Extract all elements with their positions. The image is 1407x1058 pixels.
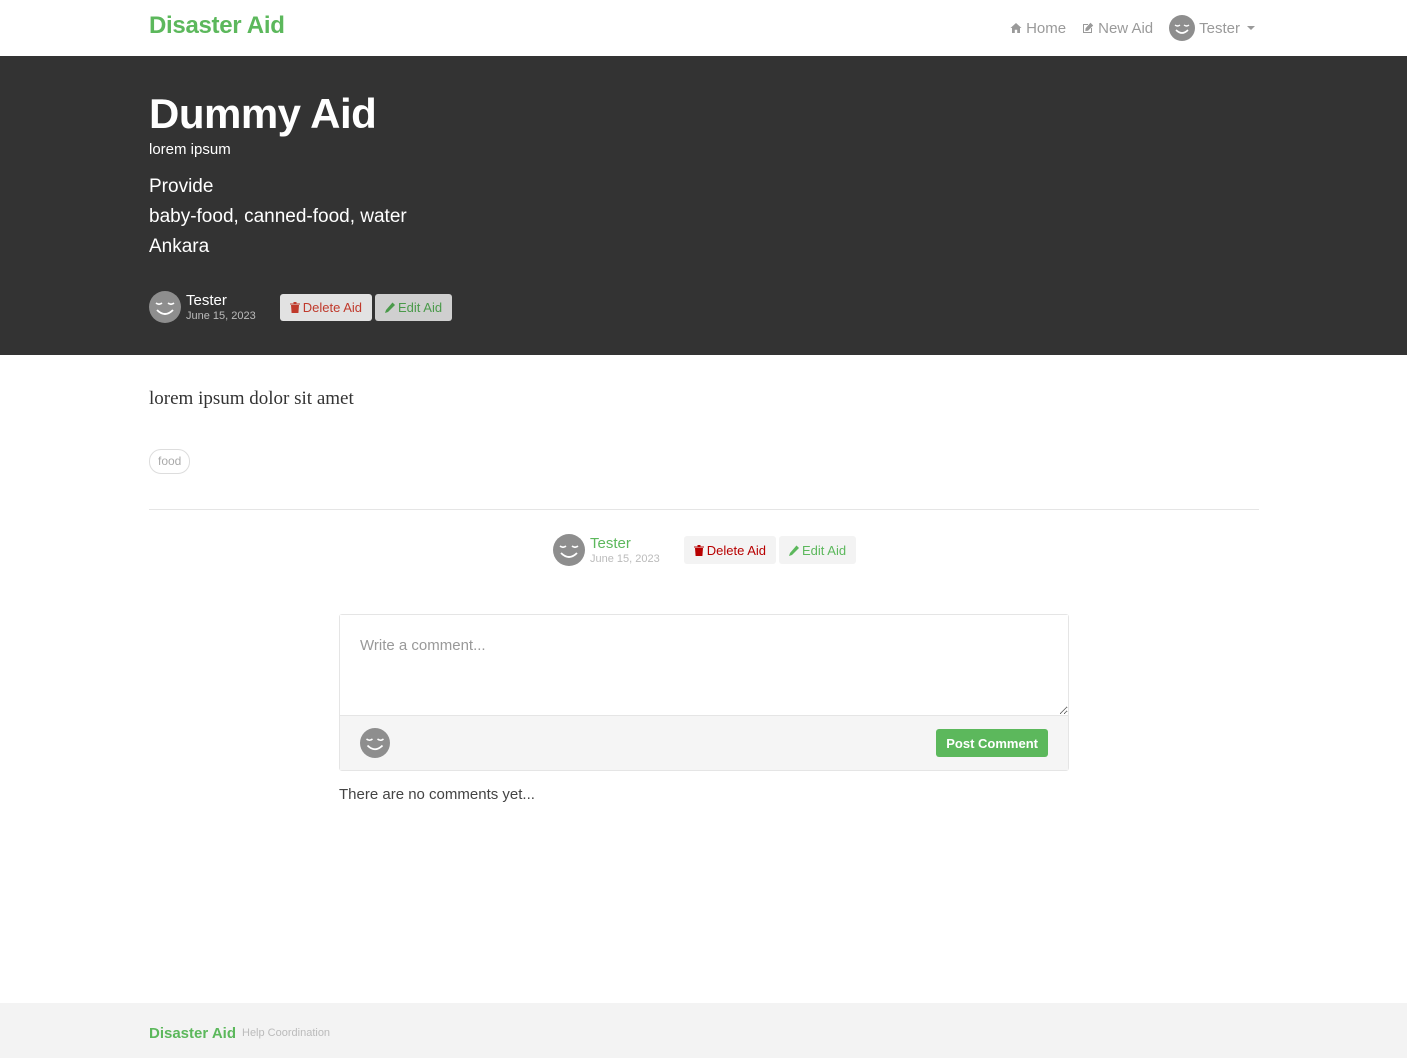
nav-home-label: Home — [1026, 19, 1067, 37]
aid-type: Provide — [149, 176, 214, 197]
author-info: Tester June 15, 2023 — [590, 536, 660, 565]
post-date: June 15, 2023 — [590, 552, 660, 565]
user-avatar-icon — [1169, 15, 1196, 41]
no-comments-text: There are no comments yet... — [339, 786, 535, 803]
nav-new-aid-link[interactable]: New Aid — [1082, 20, 1153, 37]
comment-form: Post Comment — [339, 614, 1069, 771]
aid-meta-banner: Tester June 15, 2023 Delete Aid Edit Aid — [149, 291, 453, 323]
edit-square-icon — [1083, 22, 1094, 33]
aid-banner: Dummy Aid lorem ipsum Provide baby-food,… — [0, 56, 1407, 355]
nav-links: Home New Aid Tester — [1010, 14, 1255, 42]
aid-meta-footer: Tester June 15, 2023 Delete Aid Edit Aid — [553, 534, 857, 566]
comment-textarea[interactable] — [340, 615, 1068, 716]
home-icon — [1010, 23, 1022, 33]
author-avatar-icon[interactable] — [149, 291, 181, 323]
edit-aid-label: Edit Aid — [398, 299, 443, 315]
pencil-icon — [385, 302, 395, 313]
comment-form-footer: Post Comment — [340, 716, 1068, 770]
caret-down-icon — [1247, 26, 1255, 30]
author-avatar-icon[interactable] — [553, 534, 585, 566]
nav-user-dropdown[interactable]: Tester — [1169, 15, 1255, 41]
author-name[interactable]: Tester — [590, 536, 660, 551]
post-comment-button[interactable]: Post Comment — [936, 729, 1048, 757]
aid-items: baby-food, canned-food, water — [149, 206, 407, 227]
aid-body: lorem ipsum dolor sit amet — [149, 388, 354, 409]
aid-location: Ankara — [149, 236, 210, 257]
delete-aid-button[interactable]: Delete Aid — [279, 293, 372, 321]
delete-aid-label: Delete Aid — [302, 299, 362, 315]
navbar: Disaster Aid Home New Aid Tester — [0, 0, 1407, 56]
trash-icon — [289, 301, 300, 313]
aid-title: Dummy Aid — [149, 90, 377, 137]
nav-home-link[interactable]: Home — [1010, 20, 1066, 37]
commenter-avatar-icon — [360, 728, 390, 758]
nav-new-aid-label: New Aid — [1098, 19, 1154, 37]
page-footer: Disaster Aid Help Coordination — [0, 1003, 1407, 1058]
brand-logo[interactable]: Disaster Aid — [149, 12, 285, 40]
edit-aid-button[interactable]: Edit Aid — [375, 293, 453, 321]
nav-user-label: Tester — [1199, 19, 1240, 37]
trash-icon — [693, 544, 704, 556]
author-info: Tester June 15, 2023 — [186, 293, 256, 322]
edit-aid-button[interactable]: Edit Aid — [779, 536, 857, 564]
delete-aid-button[interactable]: Delete Aid — [683, 536, 776, 564]
author-name[interactable]: Tester — [186, 293, 256, 308]
post-date: June 15, 2023 — [186, 309, 256, 322]
edit-aid-label: Edit Aid — [802, 542, 847, 558]
footer-tagline: Help Coordination — [242, 1027, 331, 1039]
divider — [149, 509, 1259, 510]
delete-aid-label: Delete Aid — [706, 542, 766, 558]
aid-subtitle: lorem ipsum — [149, 141, 231, 158]
footer-brand[interactable]: Disaster Aid — [149, 1025, 236, 1042]
pencil-icon — [789, 545, 799, 556]
tag-pill[interactable]: food — [149, 449, 191, 474]
